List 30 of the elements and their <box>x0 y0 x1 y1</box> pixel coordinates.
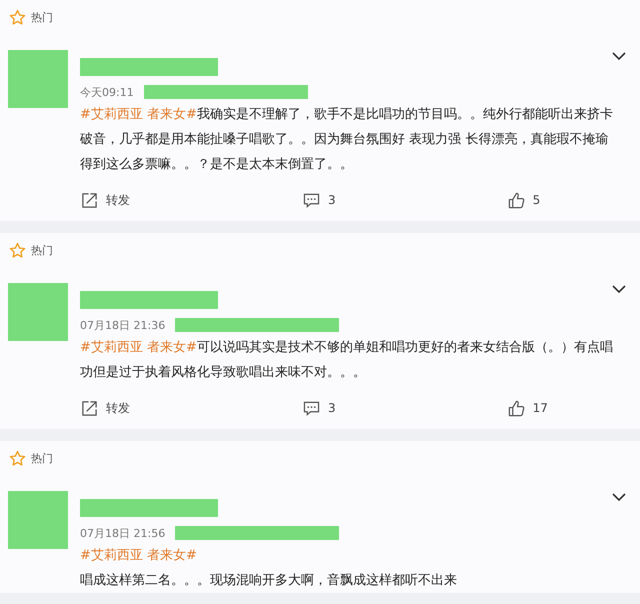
comment-text: #艾莉西亚 者来女#我确实是不理解了，歌手不是比唱功的节目吗。。纯外行都能听出来挤卡破音，几乎都是用本能扯嗓子唱歌了。。因为舞台氛围好 表现力强 长得漂亮，真能瑕不掩瑜得到这么多票嘛。。？是不是太本末倒置了。。 <box>80 106 614 174</box>
like-count: 5 <box>532 193 540 207</box>
star-icon <box>9 450 26 466</box>
comment-count: 3 <box>328 401 336 415</box>
hot-label: 热门 <box>31 450 53 466</box>
like-count: 17 <box>532 401 548 415</box>
thumbs-up-icon[interactable] <box>508 192 525 208</box>
hot-label: 热门 <box>31 242 53 258</box>
chevron-down-icon[interactable] <box>612 285 626 294</box>
star-icon <box>9 8 26 26</box>
star-icon <box>9 242 26 258</box>
repost-link[interactable]: 转发 <box>106 192 130 208</box>
thumbs-up-icon[interactable] <box>508 400 525 416</box>
redaction-block <box>8 491 68 549</box>
redaction-block <box>8 283 68 341</box>
timestamp: 今天09:11 <box>80 84 134 100</box>
timestamp: 07月18日 21:56 <box>80 526 166 540</box>
comment-text: #艾莉西亚 者来女# 唱成这样第二名。。。现场混响开多大啊，音飘成这样都听不出来 <box>80 547 458 590</box>
comment-count: 3 <box>328 193 336 207</box>
comment-text: #艾莉西亚 者来女#可以说吗其实是技术不够的单姐和唱功更好的者来女结合版（。）有点唱功但是过于执着风格化导致歌唱出来味不对。。。 <box>80 339 614 382</box>
redaction-block <box>8 50 68 108</box>
share-icon[interactable] <box>81 192 98 208</box>
share-icon[interactable] <box>81 400 98 416</box>
timestamp: 07月18日 21:36 <box>80 318 166 332</box>
chevron-down-icon[interactable] <box>612 493 626 502</box>
comment-icon[interactable] <box>303 192 320 208</box>
comment-icon[interactable] <box>303 400 320 416</box>
hot-label: 热门 <box>31 10 53 24</box>
chevron-down-icon[interactable] <box>612 52 626 61</box>
repost-link[interactable]: 转发 <box>106 400 130 416</box>
